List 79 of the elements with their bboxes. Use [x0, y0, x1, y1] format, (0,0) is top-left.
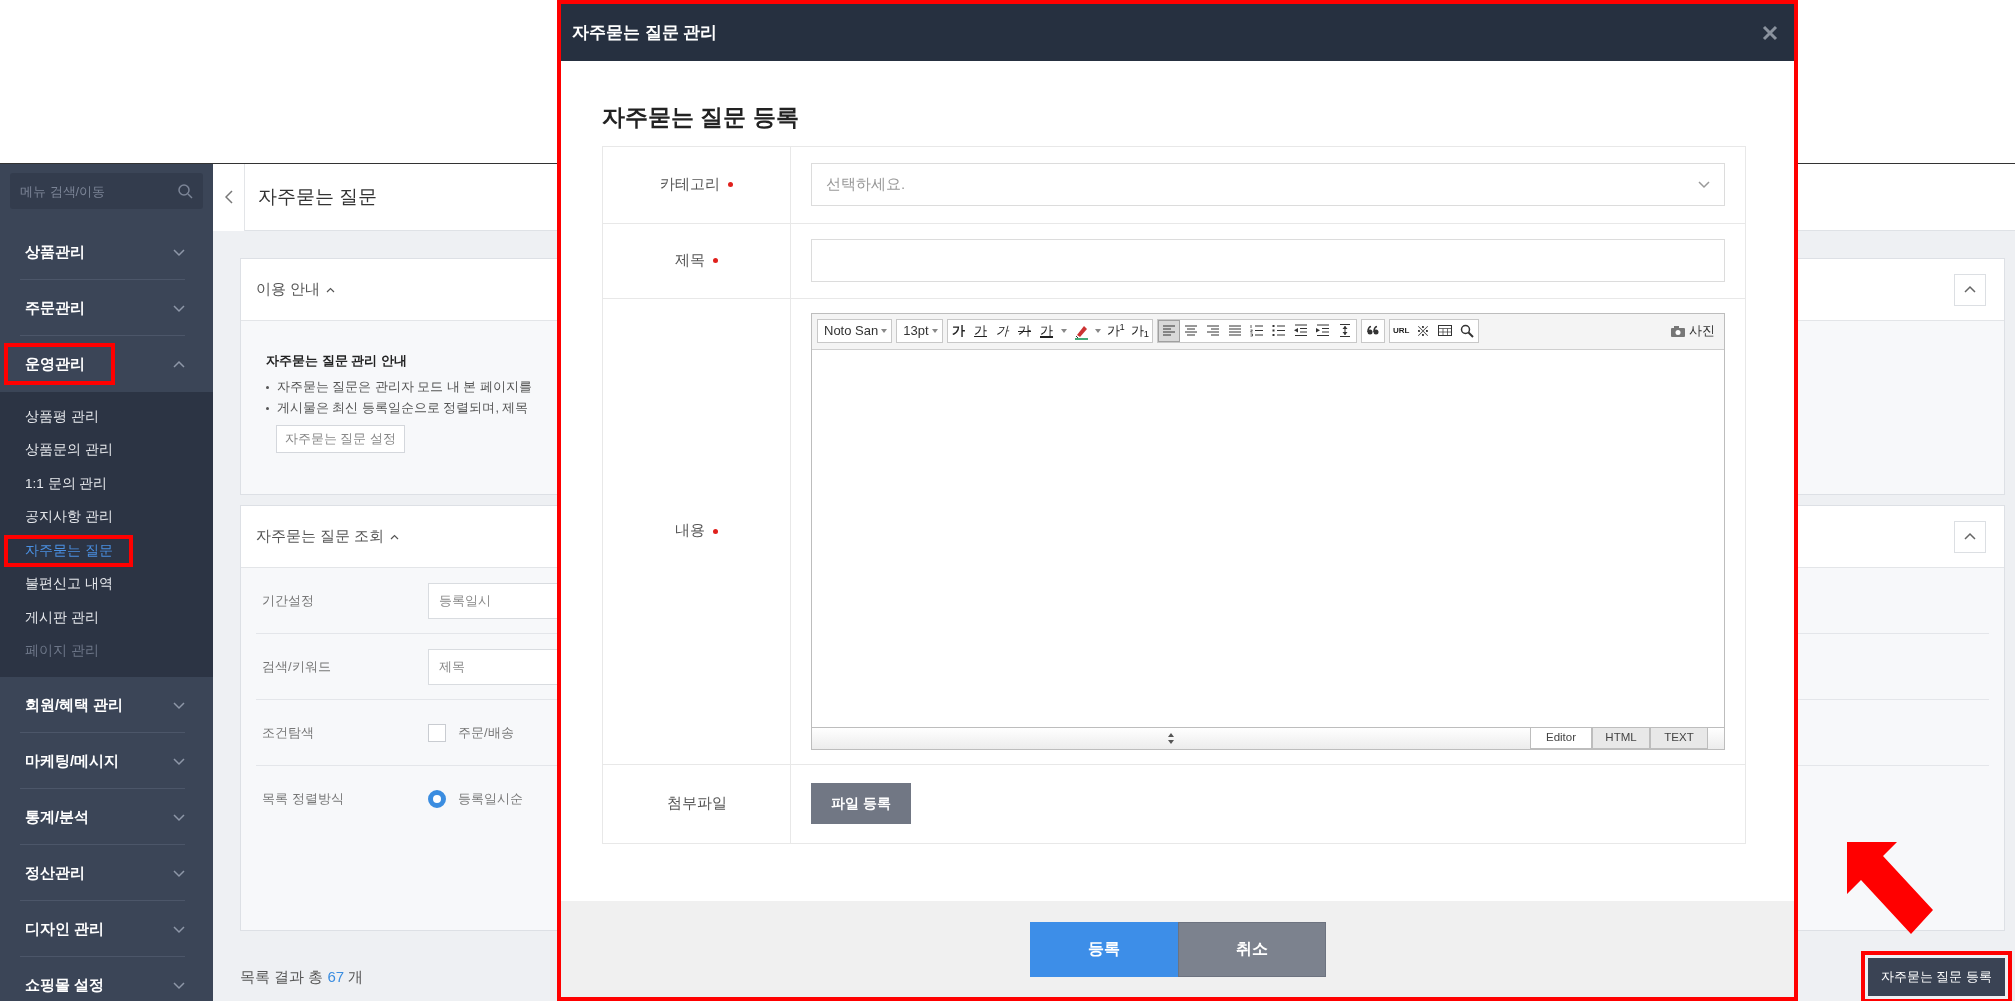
cancel-button[interactable]: 취소 [1177, 921, 1326, 977]
filter-label: 조건탐색 [261, 723, 315, 742]
settings-button[interactable]: 자주묻는 질문 설정 [276, 424, 405, 454]
chevron-down-icon [173, 247, 185, 257]
search-icon [177, 183, 193, 199]
align-left-button[interactable] [1157, 320, 1180, 342]
chevron-up-icon [1964, 285, 1976, 294]
submenu-item[interactable]: 1:1 문의 관리 [0, 467, 213, 501]
quote-button[interactable] [1360, 319, 1385, 343]
result-count-text: 목록 결과 총 67 개 [240, 966, 364, 987]
filter-label: 검색/키워드 [261, 657, 332, 676]
font-select[interactable]: Noto San [817, 319, 893, 343]
menu-item[interactable]: 통계/분석 [0, 789, 213, 845]
option-label: 등록일시순 [458, 790, 523, 809]
mode-tab[interactable]: HTML [1592, 727, 1650, 749]
chevron-up-icon [173, 359, 185, 369]
close-icon [1762, 24, 1778, 41]
chevron-up-icon [1964, 532, 1976, 541]
menu-item[interactable]: 상품관리 [0, 224, 213, 280]
resize-handle-icon[interactable] [1167, 732, 1175, 744]
search-field[interactable]: 메뉴 검색/이동 [10, 173, 203, 209]
section-toggle[interactable]: 이용 안내 [256, 278, 336, 301]
search-icon [1459, 322, 1476, 340]
back-button[interactable] [213, 163, 245, 231]
menu-item[interactable]: 회원/혜택 관리 [0, 677, 213, 733]
section-toggle[interactable]: 자주묻는 질문 조회 [256, 525, 400, 548]
caret-icon [931, 329, 938, 333]
font-size-select[interactable]: 13pt [896, 319, 943, 343]
chevron-down-icon [173, 303, 185, 313]
menu-item[interactable]: 마케팅/메시지 [0, 733, 213, 789]
submenu-item[interactable]: 불편신고 내역 [0, 567, 213, 601]
photo-button[interactable]: 사진 [1664, 320, 1719, 342]
menu-item[interactable]: 정산관리 [0, 845, 213, 901]
bullet-icon [266, 385, 269, 389]
submenu-item[interactable]: 자주묻는 질문 [0, 534, 213, 568]
bullet-icon [266, 406, 269, 410]
file-upload-button[interactable]: 파일 등록 [811, 783, 911, 824]
mode-tab[interactable]: TEXT [1650, 727, 1708, 749]
field-label: 카테고리 [660, 174, 720, 194]
chevron-down-icon [173, 812, 185, 822]
menu-item[interactable]: 주문관리 [0, 280, 213, 336]
field-label: 제목 [675, 250, 705, 270]
submenu-item[interactable]: 공지사항 관리 [0, 500, 213, 534]
chevron-up-icon [390, 533, 400, 540]
filter-label: 기간설정 [261, 591, 315, 610]
guide-heading: 자주묻는 질문 관리 안내 [266, 352, 408, 370]
field-label: 첨부파일 [666, 793, 727, 813]
guide-text: 자주묻는 질문은 관리자 모드 내 본 페이지를 [277, 378, 532, 396]
submenu-item[interactable]: 상품문의 관리 [0, 433, 213, 467]
caret-icon [1060, 329, 1067, 333]
menu-item[interactable]: 디자인 관리 [0, 901, 213, 957]
guide-text: 게시물은 최신 등록일순으로 정렬되며, 제목 [277, 399, 529, 417]
caret-icon [1094, 329, 1101, 333]
submenu-item[interactable]: 게시판 관리 [0, 601, 213, 635]
modal-title: 자주묻는 질문 관리 [572, 21, 718, 44]
menu-item[interactable]: 운영관리 [0, 336, 213, 392]
chevron-down-icon [173, 924, 185, 934]
chevron-down-icon [1698, 180, 1710, 189]
filter-label: 목록 정렬방식 [261, 790, 345, 809]
submenu-item[interactable]: 상품평 관리 [0, 400, 213, 434]
option-label: 주문/배송 [458, 723, 514, 742]
caret-icon [881, 329, 888, 333]
form-heading: 자주묻는 질문 등록 [602, 103, 800, 132]
field-label: 내용 [675, 521, 705, 541]
chevron-left-icon [224, 190, 233, 204]
checkbox[interactable] [428, 723, 446, 742]
radio-button[interactable] [428, 790, 446, 808]
chevron-up-icon [326, 286, 336, 293]
mode-tab[interactable]: Editor [1530, 727, 1592, 749]
title-field[interactable] [811, 239, 1725, 282]
chevron-down-icon [173, 868, 185, 878]
page-title: 자주묻는 질문 [258, 184, 378, 209]
chevron-down-icon [173, 700, 185, 710]
collapse-button[interactable] [1954, 520, 1986, 553]
chevron-down-icon [173, 756, 185, 766]
collapse-button[interactable] [1954, 273, 1986, 306]
numbered-list-icon [1248, 322, 1265, 340]
camera-icon [1670, 324, 1686, 338]
chevron-down-icon [173, 980, 185, 990]
